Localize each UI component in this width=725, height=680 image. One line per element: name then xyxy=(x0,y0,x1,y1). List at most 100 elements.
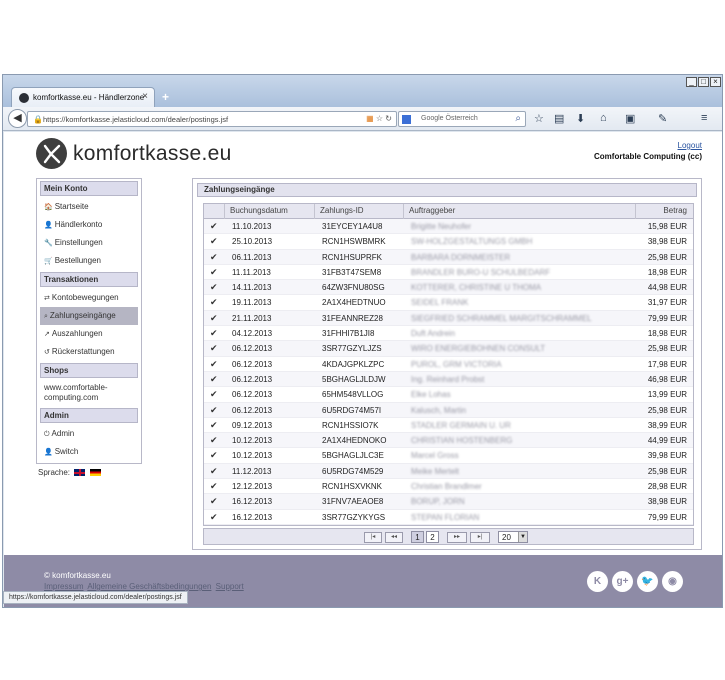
menu-icon[interactable]: ≡ xyxy=(701,112,707,124)
table-row[interactable]: ✔ 06.12.2013 65HM548VLLOG Elke Lohas 13,99 E… xyxy=(204,387,693,403)
header-zahlungs-id[interactable]: Zahlungs-ID xyxy=(314,204,403,219)
table-row[interactable]: ✔ 06.12.2013 4KDAJGPKLZPC PUROL, GRM VICTOR… xyxy=(204,357,693,372)
sidebar-item-auszahlungen[interactable]: ↗ Auszahlungen xyxy=(40,325,138,343)
new-tab-button[interactable]: + xyxy=(162,90,169,104)
reload-icon[interactable]: ↻ xyxy=(385,114,392,123)
table-row[interactable]: ✔ 04.12.2013 31FHHI7B1JI8 Duft Andrein 18,98… xyxy=(204,326,693,342)
table-row[interactable]: ✔ 10.12.2013 5BGHAGLJLC3E Marcel Gross 39,98… xyxy=(204,448,693,464)
bookmark-star-icon[interactable]: ☆ xyxy=(376,114,383,123)
table-row[interactable]: ✔ 11.11.2013 31FB3T47SEM8 BRANDLER BURO-U S… xyxy=(204,265,693,281)
header-auftraggeber[interactable]: Auftraggeber xyxy=(403,204,635,219)
cell-date: 16.12.2013 xyxy=(232,512,273,522)
table-row[interactable]: ✔ 14.11.2013 64ZW3FNU80SG KOTTERER, CHRISTI… xyxy=(204,280,693,296)
google-plus-icon[interactable]: g+ xyxy=(612,571,633,592)
back-button[interactable]: ◀ xyxy=(8,109,27,128)
sidebar-item-zahlungseingaenge[interactable]: ⌕ Zahlungseingänge xyxy=(40,307,138,325)
footer-link-impressum[interactable]: Impressum xyxy=(44,582,84,591)
clipboard-icon[interactable]: ▤ xyxy=(554,112,564,125)
table-row[interactable]: ✔ 06.12.2013 3SR77GZYLJZS WIRO ENERGIEBOHNE… xyxy=(204,341,693,357)
sidebar-item-label: Händlerkonto xyxy=(54,220,103,229)
table-row[interactable]: ✔ 10.12.2013 2A1X4HEDNOKO CHRISTIAN HOSTENB… xyxy=(204,433,693,449)
table-row[interactable]: ✔ 11.12.2013 6U5RDG74M529 Meike Mertelt 25,9… xyxy=(204,463,693,480)
cell-payer: Marcel Gross xyxy=(411,451,459,461)
table-row[interactable]: ✔ 11.10.2013 31EYCEY1A4U8 Brigitte Neuhofer… xyxy=(204,219,693,235)
sidebar-item-admin[interactable]: ⏻ Admin xyxy=(40,425,138,443)
last-page-button[interactable]: ▸| xyxy=(470,532,490,543)
sidebar-item-label: Startseite xyxy=(54,202,89,211)
rss-icon[interactable]: ▦ xyxy=(366,114,374,123)
header-betrag[interactable]: Betrag xyxy=(635,204,693,219)
close-window-button[interactable]: × xyxy=(710,77,721,87)
table-row[interactable]: ✔ 06.11.2013 RCN1HSUPRFK BARBARA DORNMEISTE… xyxy=(204,249,693,265)
sidebar-item-startseite[interactable]: 🏠 Startseite xyxy=(40,198,138,216)
checkmark-icon: ✔ xyxy=(210,251,218,262)
cell-payer: SIEGFRIED SCHRAMMEL MARGITSCHRAMMEL xyxy=(411,313,592,323)
sidebar-item-bestellungen[interactable]: 🛒 Bestellungen xyxy=(40,252,138,270)
logo-text[interactable]: komfortkasse.eu xyxy=(73,142,232,166)
table-row[interactable]: ✔ 12.12.2013 RCN1HSXVKNK Christian Brandlme… xyxy=(204,479,693,495)
cell-date: 10.12.2013 xyxy=(232,451,273,461)
uk-flag-icon[interactable] xyxy=(74,469,86,476)
bookmark-icon[interactable]: ☆ xyxy=(534,112,544,125)
rss-icon[interactable]: ◉ xyxy=(662,571,683,592)
search-box[interactable]: Google Österreich ⌕ xyxy=(398,111,526,127)
google-icon[interactable] xyxy=(402,115,411,124)
cell-payment-id: 31FNV7AEAOE8 xyxy=(322,497,384,507)
cell-date: 11.10.2013 xyxy=(232,222,272,231)
search-icon[interactable]: ⌕ xyxy=(515,113,521,124)
minimize-button[interactable]: _ xyxy=(686,77,697,87)
sidebar-item-haendlerkonto[interactable]: 👤 Händlerkonto xyxy=(40,216,138,234)
shop-link[interactable]: www.comfortable-computing.com xyxy=(40,380,138,406)
sidebar-item-switch[interactable]: 👤 Switch xyxy=(40,443,138,461)
addon-icon[interactable]: ✎ xyxy=(658,112,667,125)
table-row[interactable]: ✔ 06.12.2013 5BGHAGLJLDJW Ing. Reinhard Pro… xyxy=(204,371,693,388)
german-flag-icon[interactable] xyxy=(89,469,101,476)
address-bar[interactable]: 🔒 https://komfortkasse.jelasticloud.com/… xyxy=(27,111,397,127)
cell-date: 21.11.2013 xyxy=(232,313,272,323)
checkmark-icon: ✔ xyxy=(210,236,218,247)
table-row[interactable]: ✔ 09.12.2013 RCN1HSSIO7K STADLER GERMAIN U.… xyxy=(204,418,693,434)
header-buchungsdatum[interactable]: Buchungsdatum xyxy=(224,204,314,219)
page-1-button[interactable]: 1 xyxy=(411,531,424,543)
sidebar-item-label: Switch xyxy=(54,447,79,456)
page-size-select[interactable]: 20 ▼ xyxy=(498,531,528,543)
page-2-button[interactable]: 2 xyxy=(426,531,439,543)
footer-links: Impressum Allgemeine Geschäftsbedingunge… xyxy=(44,582,246,591)
logo-icon xyxy=(36,138,67,169)
download-icon[interactable]: ⬇ xyxy=(576,112,585,125)
tab-close-icon[interactable]: × xyxy=(142,91,148,102)
table-row[interactable]: ✔ 25.10.2013 RCN1HSWBMRK SW-HOLZGESTALTUNGS… xyxy=(204,234,693,250)
twitter-icon[interactable]: 🐦 xyxy=(637,571,658,592)
tab-title: komfortkasse.eu - Händlerzone xyxy=(33,93,145,102)
navigation-toolbar: ◀ 🔒 https://komfortkasse.jelasticloud.co… xyxy=(3,107,722,131)
cell-amount: 38,98 EUR xyxy=(647,497,687,507)
table-row[interactable]: ✔ 16.12.2013 3SR77GZYKYGS STEPAN FLORIAN 79,… xyxy=(204,510,693,525)
browser-tab[interactable]: komfortkasse.eu - Händlerzone × xyxy=(11,87,155,107)
cell-amount: 79,99 EUR xyxy=(647,313,687,323)
komfortkasse-icon[interactable]: K xyxy=(587,571,608,592)
next-page-button[interactable]: ▸▸ xyxy=(447,532,467,543)
cell-payment-id: 31FB3T47SEM8 xyxy=(322,267,382,277)
footer-link-support[interactable]: Support xyxy=(216,582,244,591)
cell-date: 06.11.2013 xyxy=(232,252,272,262)
logout-link[interactable]: Logout xyxy=(678,141,702,150)
table-row[interactable]: ✔ 19.11.2013 2A1X4HEDTNUO SEIDEL FRANK 31,97… xyxy=(204,295,693,311)
table-row[interactable]: ✔ 21.11.2013 31FEANNREZ28 SIEGFRIED SCHRAMM… xyxy=(204,310,693,327)
sidebar-item-rueckerstattungen[interactable]: ↺ Rückerstattungen xyxy=(40,343,138,361)
cell-date: 14.11.2013 xyxy=(232,283,272,293)
maximize-button[interactable]: □ xyxy=(698,77,709,87)
footer-link-agb[interactable]: Allgemeine Geschäftsbedingungen xyxy=(87,582,211,591)
table-row[interactable]: ✔ 16.12.2013 31FNV7AEAOE8 BORUP, JORN 38,98 … xyxy=(204,494,693,510)
checkmark-icon: ✔ xyxy=(210,358,218,369)
table-row[interactable]: ✔ 06.12.2013 6U5RDG74M57I Kalusch, Martin 25… xyxy=(204,402,693,418)
home-icon[interactable]: ⌂ xyxy=(600,112,607,124)
sidebar-item-kontobewegungen[interactable]: ⇄ Kontobewegungen xyxy=(40,289,138,307)
screenshot-icon[interactable]: ▣ xyxy=(625,112,635,125)
first-page-button[interactable]: |◂ xyxy=(364,532,382,543)
cell-payment-id: RCN1HSUPRFK xyxy=(322,252,383,262)
sidebar-item-label: Admin xyxy=(51,429,75,438)
cell-payer: Brigitte Neuhofer xyxy=(411,222,472,231)
sidebar-item-einstellungen[interactable]: 🔧 Einstellungen xyxy=(40,234,138,252)
cell-payer: BORUP, JORN xyxy=(411,497,465,507)
prev-page-button[interactable]: ◂◂ xyxy=(385,532,403,543)
